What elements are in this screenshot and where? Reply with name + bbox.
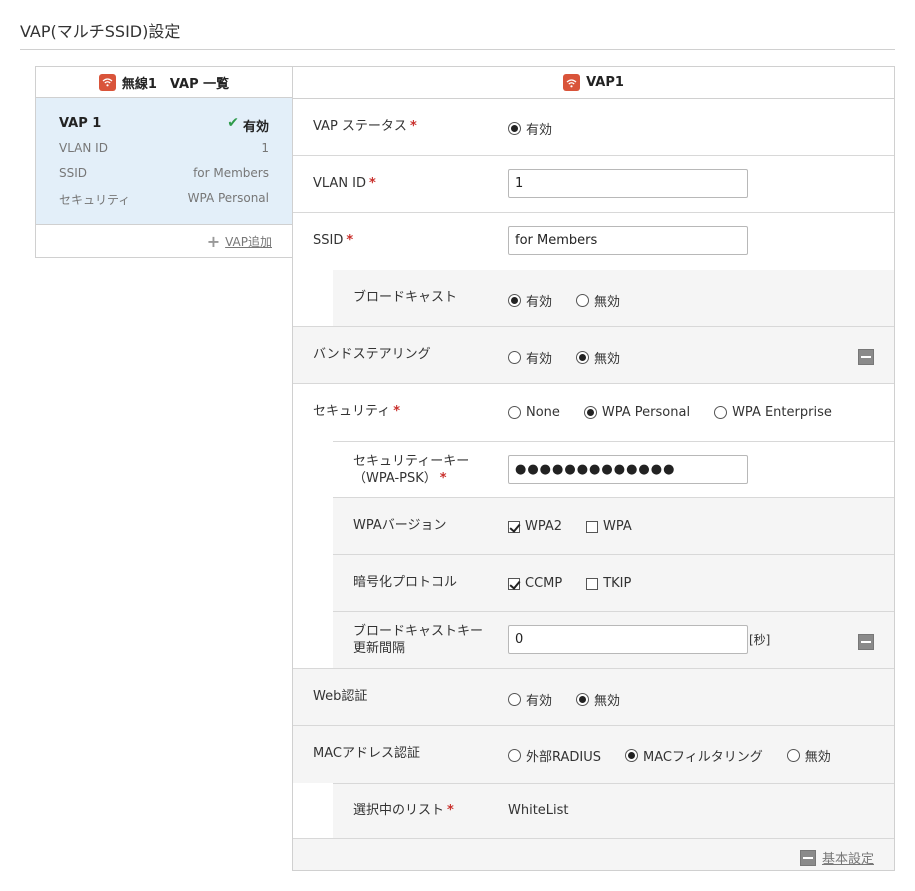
selected-list-value: WhiteList bbox=[508, 803, 569, 818]
encryption-row: 暗号化プロトコル CCMP TKIP bbox=[333, 555, 894, 612]
vlan-id-label: VLAN ID * bbox=[313, 176, 376, 191]
band-steering-enabled-radio[interactable]: 有効 bbox=[508, 348, 552, 367]
vlan-id-row: VLAN ID * bbox=[293, 156, 894, 213]
collapse-icon[interactable] bbox=[858, 349, 874, 365]
ssid-label: SSID * bbox=[313, 233, 354, 248]
broadcast-key-label: ブロードキャストキー 更新間隔 bbox=[353, 624, 484, 656]
vap-list-title: 無線1 VAP 一覧 bbox=[121, 76, 230, 92]
vap-card-status-label: 有効 bbox=[242, 120, 269, 135]
seconds-unit: [秒] bbox=[749, 633, 771, 647]
basic-settings-button[interactable]: 基本設定 bbox=[799, 848, 874, 867]
mac-auth-row: MACアドレス認証 外部RADIUS MACフィルタリング 無効 bbox=[293, 726, 894, 783]
mac-auth-disabled-radio[interactable]: 無効 bbox=[786, 746, 831, 765]
plus-icon: + bbox=[206, 231, 221, 251]
check-icon: ✔ bbox=[227, 115, 239, 131]
security-key-input[interactable] bbox=[508, 455, 748, 484]
vlan-id-input[interactable] bbox=[508, 169, 748, 198]
security-none-radio[interactable]: None bbox=[508, 405, 560, 420]
collapse-icon bbox=[799, 849, 816, 866]
vap-card-row: セキュリティ WPA Personal bbox=[59, 191, 269, 216]
security-enterprise-radio[interactable]: WPA Enterprise bbox=[714, 405, 832, 420]
vap-list-panel: 無線1 VAP 一覧 VAP 1 ✔ 有効 VLAN ID 1 SSID for… bbox=[35, 66, 293, 258]
band-steering-label: バンドステアリング bbox=[313, 347, 431, 362]
broadcast-key-input[interactable] bbox=[508, 625, 748, 654]
vap-card-row: VLAN ID 1 bbox=[59, 141, 269, 166]
web-auth-enabled-radio[interactable]: 有効 bbox=[508, 690, 552, 709]
page-title: VAP(マルチSSID)設定 bbox=[20, 22, 181, 41]
vap-status-row: VAP ステータス * 有効 bbox=[293, 99, 894, 156]
wpa-checkbox[interactable]: WPA bbox=[586, 519, 632, 534]
mac-auth-radius-radio[interactable]: 外部RADIUS bbox=[508, 746, 601, 765]
ssid-input[interactable] bbox=[508, 226, 748, 255]
vap-status-label: VAP ステータス * bbox=[313, 119, 417, 134]
vap-card-row-label: セキュリティ bbox=[59, 193, 131, 207]
vap-status-enabled-radio[interactable]: 有効 bbox=[508, 119, 552, 138]
title-divider bbox=[20, 49, 895, 50]
web-auth-row: Web認証 有効 無効 bbox=[293, 669, 894, 726]
selected-list-label: 選択中のリスト * bbox=[353, 803, 454, 818]
broadcast-enabled-radio[interactable]: 有効 bbox=[508, 291, 552, 310]
ssid-row: SSID * bbox=[293, 213, 894, 270]
detail-footer: 基本設定 bbox=[293, 838, 894, 870]
wpa-version-label: WPAバージョン bbox=[353, 518, 447, 533]
security-label: セキュリティ * bbox=[313, 404, 401, 419]
vap-detail-title: VAP1 bbox=[586, 75, 624, 90]
security-row: セキュリティ * None WPA Personal WPA Enterprise bbox=[293, 384, 894, 441]
wpa-version-row: WPAバージョン WPA2 WPA bbox=[333, 498, 894, 555]
vap-card-name: VAP 1 bbox=[59, 116, 102, 131]
band-steering-row: バンドステアリング 有効 無効 bbox=[293, 327, 894, 384]
web-auth-disabled-radio[interactable]: 無効 bbox=[576, 690, 620, 709]
selected-list-row: 選択中のリスト * WhiteList bbox=[333, 783, 894, 839]
vap-card-row-value: WPA Personal bbox=[187, 191, 269, 205]
vap-card-status: ✔ 有効 bbox=[227, 116, 269, 141]
vap-card[interactable]: VAP 1 ✔ 有効 VLAN ID 1 SSID for Members セキ… bbox=[36, 98, 292, 225]
broadcast-row: ブロードキャスト 有効 無効 bbox=[333, 270, 894, 327]
add-vap-button[interactable]: + VAP追加 bbox=[207, 233, 272, 250]
vap-status-options: 有効 bbox=[508, 119, 576, 138]
broadcast-disabled-radio[interactable]: 無効 bbox=[576, 291, 620, 310]
vap-list-header: 無線1 VAP 一覧 bbox=[36, 67, 292, 98]
vap-card-row-value: for Members bbox=[193, 166, 269, 180]
vap-card-row-value: 1 bbox=[261, 141, 269, 155]
tkip-checkbox[interactable]: TKIP bbox=[586, 576, 631, 591]
mac-auth-filter-radio[interactable]: MACフィルタリング bbox=[625, 746, 763, 765]
security-personal-radio[interactable]: WPA Personal bbox=[583, 405, 690, 420]
vap-card-row-label: VLAN ID bbox=[59, 141, 108, 155]
broadcast-label: ブロードキャスト bbox=[353, 290, 458, 305]
vap-detail-header: VAP1 bbox=[293, 67, 894, 99]
vap-detail-panel: VAP1 VAP ステータス* 有効 VLAN ID* SSID* ブロードキャ… bbox=[292, 66, 895, 871]
basic-settings-link[interactable]: 基本設定 bbox=[822, 848, 874, 867]
web-auth-label: Web認証 bbox=[313, 689, 368, 704]
add-vap-link[interactable]: VAP追加 bbox=[225, 233, 272, 250]
wpa2-checkbox[interactable]: WPA2 bbox=[508, 519, 562, 534]
vap-card-title-row: VAP 1 ✔ 有効 bbox=[59, 116, 269, 141]
vap-card-row-label: SSID bbox=[59, 166, 88, 180]
broadcast-key-row: ブロードキャストキー 更新間隔 [秒] bbox=[333, 612, 894, 669]
encryption-label: 暗号化プロトコル bbox=[353, 575, 458, 590]
vap-card-row: SSID for Members bbox=[59, 166, 269, 191]
band-steering-disabled-radio[interactable]: 無効 bbox=[576, 348, 620, 367]
security-key-label: セキュリティーキー （WPA-PSK） * bbox=[353, 454, 470, 486]
security-key-row: セキュリティーキー （WPA-PSK） * bbox=[333, 441, 894, 498]
wifi-icon bbox=[98, 73, 116, 91]
collapse-icon[interactable] bbox=[858, 634, 874, 650]
wifi-icon bbox=[563, 74, 581, 91]
ccmp-checkbox[interactable]: CCMP bbox=[508, 576, 562, 591]
mac-auth-label: MACアドレス認証 bbox=[313, 746, 420, 761]
